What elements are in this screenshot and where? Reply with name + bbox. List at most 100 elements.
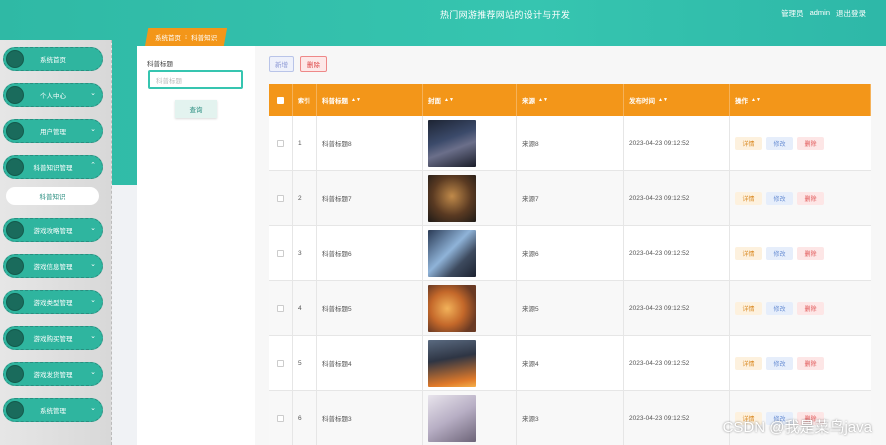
sidebar-item-purchases[interactable]: 游戏购买管理 ⌄	[3, 326, 103, 350]
table-row: 3 科普标题6 来源6 2023-04-23 09:12:52 详情 修改 删除	[269, 226, 871, 281]
select-all-checkbox[interactable]	[269, 84, 293, 116]
filter-panel: 科普标题 科普标题 查询	[137, 46, 255, 445]
sidebar-item-label: 游戏购买管理	[33, 336, 73, 343]
menu-dot-icon	[6, 86, 24, 104]
edit-button[interactable]: 修改	[766, 191, 793, 205]
sidebar-item-label: 个人中心	[40, 93, 66, 100]
sidebar-item-guides[interactable]: 游戏攻略管理 ⌄	[3, 218, 103, 242]
header-index: 索引	[293, 84, 317, 116]
sidebar-item-game-info[interactable]: 游戏信息管理 ⌄	[3, 254, 103, 278]
table-row: 5 科普标题4 来源4 2023-04-23 09:12:52 详情 修改 删除	[269, 336, 871, 391]
sidebar-subitem-science-knowledge[interactable]: 科普知识	[6, 187, 99, 205]
header-actions[interactable]: 操作 ▲▼	[730, 84, 871, 116]
row-checkbox[interactable]	[277, 139, 284, 147]
cell-time: 2023-04-23 09:12:52	[624, 226, 730, 280]
sidebar-item-label: 游戏类型管理	[33, 300, 73, 307]
sidebar-item-label: 系统首页	[40, 57, 66, 64]
edit-button[interactable]: 修改	[766, 301, 793, 315]
cell-index: 4	[293, 281, 317, 335]
cell-source: 来源3	[517, 391, 624, 445]
header-source[interactable]: 来源 ▲▼	[517, 84, 624, 116]
header-publish-time[interactable]: 发布时间 ▲▼	[624, 84, 730, 116]
table-body: 1 科普标题8 来源8 2023-04-23 09:12:52 详情 修改 删除 2…	[269, 116, 871, 445]
detail-button[interactable]: 详情	[735, 301, 762, 315]
row-checkbox[interactable]	[277, 304, 284, 312]
sidebar-item-system[interactable]: 系统管理 ⌄	[3, 398, 103, 422]
detail-button[interactable]: 详情	[735, 356, 762, 370]
sidebar-item-home[interactable]: 系统首页	[3, 47, 103, 71]
header-title[interactable]: 科普标题 ▲▼	[317, 84, 423, 116]
menu-dot-icon	[6, 293, 24, 311]
cell-time: 2023-04-23 09:12:52	[624, 171, 730, 225]
cell-index: 5	[293, 336, 317, 390]
edit-button[interactable]: 修改	[766, 356, 793, 370]
header-time-label: 发布时间	[629, 98, 655, 105]
cover-image	[428, 119, 476, 167]
delete-button[interactable]: 删除	[797, 246, 824, 260]
title-search-input[interactable]: 科普标题	[148, 70, 243, 89]
delete-button[interactable]: 删除	[797, 356, 824, 370]
chevron-down-icon: ⌄	[90, 333, 96, 340]
chevron-down-icon: ⌄	[90, 126, 96, 133]
sidebar-item-label: 用户管理	[40, 129, 66, 136]
row-checkbox[interactable]	[277, 414, 284, 422]
cell-time: 2023-04-23 09:12:52	[624, 116, 730, 170]
cover-image	[428, 284, 476, 332]
cell-title: 科普标题5	[317, 281, 423, 335]
user-bar: 管理员 admin 退出登录	[781, 8, 866, 19]
detail-button[interactable]: 详情	[735, 191, 762, 205]
sort-icon: ▲▼	[351, 97, 361, 103]
sidebar-item-profile[interactable]: 个人中心 ⌄	[3, 83, 103, 107]
sidebar-item-label: 游戏发货管理	[33, 372, 73, 379]
menu-dot-icon	[6, 401, 24, 419]
user-role: 管理员	[781, 9, 804, 18]
delete-button[interactable]: 删除	[797, 136, 824, 150]
sidebar-item-label: 科普知识管理	[33, 165, 73, 172]
breadcrumb-home[interactable]: 系统首页	[155, 32, 181, 42]
sort-icon: ▲▼	[538, 97, 548, 103]
menu-dot-icon	[6, 365, 24, 383]
row-checkbox[interactable]	[277, 249, 284, 257]
watermark: CSDN @我是菜鸟java	[722, 419, 872, 436]
sidebar-item-label: 游戏信息管理	[33, 264, 73, 271]
breadcrumb-separator: ⁝	[185, 34, 188, 41]
cover-image	[428, 174, 476, 222]
sidebar-item-science[interactable]: 科普知识管理 ⌃	[3, 155, 103, 179]
edit-button[interactable]: 修改	[766, 136, 793, 150]
cover-image	[428, 339, 476, 387]
add-button[interactable]: 新增	[269, 56, 294, 72]
breadcrumb: 系统首页 ⁝ 科普知识	[145, 28, 228, 46]
detail-button[interactable]: 详情	[735, 246, 762, 260]
cell-title: 科普标题6	[317, 226, 423, 280]
row-checkbox[interactable]	[277, 359, 284, 367]
chevron-down-icon: ⌄	[90, 405, 96, 412]
row-checkbox[interactable]	[277, 194, 284, 202]
detail-button[interactable]: 详情	[735, 136, 762, 150]
logout-link[interactable]: 退出登录	[836, 8, 866, 19]
sort-icon: ▲▼	[444, 97, 454, 103]
cell-title: 科普标题4	[317, 336, 423, 390]
cover-image	[428, 229, 476, 277]
cell-source: 来源7	[517, 171, 624, 225]
main-panel: 新增 删除 索引 科普标题 ▲▼ 封面 ▲▼ 来源 ▲▼ 发布时间 ▲▼ 操作 ▲▼ 1 …	[255, 46, 886, 445]
cell-time: 2023-04-23 09:12:52	[624, 281, 730, 335]
cell-index: 2	[293, 171, 317, 225]
sort-icon: ▲▼	[751, 97, 761, 103]
table-row: 1 科普标题8 来源8 2023-04-23 09:12:52 详情 修改 删除	[269, 116, 871, 171]
data-table: 索引 科普标题 ▲▼ 封面 ▲▼ 来源 ▲▼ 发布时间 ▲▼ 操作 ▲▼ 1 科普标题8 …	[269, 84, 871, 445]
sidebar-item-game-types[interactable]: 游戏类型管理 ⌄	[3, 290, 103, 314]
sidebar-item-users[interactable]: 用户管理 ⌄	[3, 119, 103, 143]
edit-button[interactable]: 修改	[766, 246, 793, 260]
cell-source: 来源5	[517, 281, 624, 335]
search-button[interactable]: 查询	[175, 100, 217, 118]
header-cover[interactable]: 封面 ▲▼	[423, 84, 517, 116]
menu-dot-icon	[6, 221, 24, 239]
batch-delete-button[interactable]: 删除	[300, 56, 327, 72]
chevron-down-icon: ⌄	[90, 261, 96, 268]
menu-dot-icon	[6, 122, 24, 140]
header-actions-label: 操作	[735, 98, 748, 105]
delete-button[interactable]: 删除	[797, 191, 824, 205]
sidebar-item-shipping[interactable]: 游戏发货管理 ⌄	[3, 362, 103, 386]
menu-dot-icon	[6, 329, 24, 347]
delete-button[interactable]: 删除	[797, 301, 824, 315]
